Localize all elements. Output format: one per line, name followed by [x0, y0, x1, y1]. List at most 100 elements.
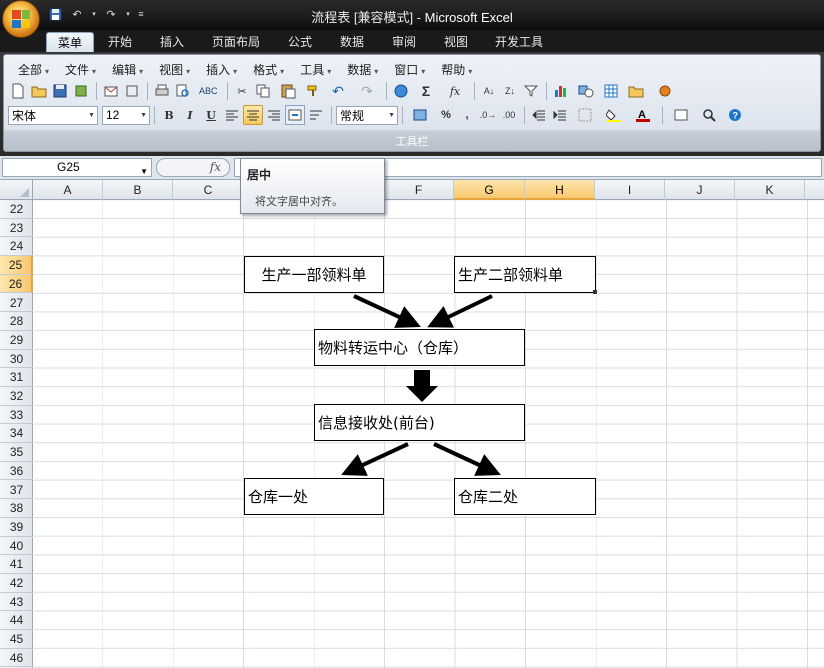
redo-icon[interactable]: ↷ — [353, 81, 381, 101]
macro-icon[interactable] — [651, 81, 679, 101]
spell-check-icon[interactable]: ABC — [194, 81, 222, 101]
number-format-select[interactable]: 常规 ▼ — [336, 105, 398, 125]
row-header-30[interactable]: 30 — [0, 350, 33, 369]
row-header-27[interactable]: 27 — [0, 294, 33, 313]
row-header-32[interactable]: 32 — [0, 387, 33, 406]
column-header-i[interactable]: I — [595, 180, 665, 200]
flow-box-wh2[interactable]: 仓库二处 — [454, 478, 596, 515]
row-header-41[interactable]: 41 — [0, 555, 33, 574]
tab-insert[interactable]: 插入 — [152, 32, 192, 52]
row-header-43[interactable]: 43 — [0, 593, 33, 612]
underline-button[interactable]: U — [201, 105, 221, 125]
flow-box-transit[interactable]: 物料转运中心（仓库） — [314, 329, 525, 366]
office-button[interactable] — [2, 0, 40, 38]
styles-icon[interactable] — [667, 105, 695, 125]
merge-center-icon[interactable] — [285, 105, 305, 125]
row-header-28[interactable]: 28 — [0, 312, 33, 331]
menu-edit[interactable]: 编辑 ▾ — [104, 61, 151, 78]
permission-icon[interactable] — [71, 81, 91, 101]
row-header-44[interactable]: 44 — [0, 611, 33, 631]
row-header-36[interactable]: 36 — [0, 462, 33, 481]
bold-button[interactable]: B — [159, 105, 179, 125]
drawing-icon[interactable] — [572, 81, 600, 101]
table-icon[interactable] — [601, 81, 621, 101]
menu-window[interactable]: 窗口 ▾ — [386, 61, 433, 78]
row-header-31[interactable]: 31 — [0, 368, 33, 387]
font-size-select[interactable]: 12 ▼ — [102, 105, 150, 125]
fill-color-icon[interactable] — [600, 105, 628, 125]
tab-formulas[interactable]: 公式 — [280, 32, 320, 52]
copy-icon[interactable] — [253, 81, 273, 101]
menu-file[interactable]: 文件 ▾ — [57, 61, 104, 78]
column-header-j[interactable]: J — [665, 180, 735, 200]
flow-box-wh1[interactable]: 仓库一处 — [244, 478, 384, 515]
help-icon[interactable]: ? — [725, 105, 745, 125]
increase-decimal-icon[interactable]: .0→ — [478, 105, 498, 125]
new-document-icon[interactable] — [8, 81, 28, 101]
open-folder-icon[interactable] — [29, 81, 49, 101]
hyperlink-icon[interactable] — [391, 81, 411, 101]
chart-icon[interactable] — [551, 81, 571, 101]
flow-box-dept2[interactable]: 生产二部领料单 — [454, 256, 596, 293]
align-right-icon[interactable] — [264, 105, 284, 125]
decrease-indent-icon[interactable] — [529, 105, 549, 125]
save-icon[interactable] — [50, 81, 70, 101]
row-header-33[interactable]: 33 — [0, 406, 33, 425]
row-header-26[interactable]: 26 — [0, 274, 33, 294]
menu-data[interactable]: 数据 ▾ — [339, 61, 386, 78]
row-header-46[interactable]: 46 — [0, 649, 33, 668]
tab-developer[interactable]: 开发工具 — [488, 32, 550, 52]
menu-view[interactable]: 视图 ▾ — [151, 61, 198, 78]
row-header-23[interactable]: 23 — [0, 219, 33, 238]
italic-button[interactable]: I — [180, 105, 200, 125]
menu-tools[interactable]: 工具 ▾ — [292, 61, 339, 78]
row-header-45[interactable]: 45 — [0, 630, 33, 649]
print-preview-icon[interactable] — [173, 81, 193, 101]
increase-indent-icon[interactable] — [550, 105, 570, 125]
column-header-g[interactable]: G — [454, 180, 525, 200]
sort-descending-icon[interactable]: Z↓ — [500, 81, 520, 101]
align-left-icon[interactable] — [222, 105, 242, 125]
print-icon[interactable] — [152, 81, 172, 101]
row-header-24[interactable]: 24 — [0, 237, 33, 257]
tab-page-layout[interactable]: 页面布局 — [206, 32, 266, 52]
percent-button[interactable]: % — [436, 105, 456, 125]
filter-icon[interactable] — [521, 81, 541, 101]
menu-format[interactable]: 格式 ▾ — [245, 61, 292, 78]
borders-icon[interactable] — [571, 105, 599, 125]
insert-function-icon[interactable]: fx — [441, 81, 469, 101]
row-header-39[interactable]: 39 — [0, 518, 33, 537]
tab-data[interactable]: 数据 — [332, 32, 372, 52]
row-header-42[interactable]: 42 — [0, 574, 33, 593]
autosum-icon[interactable]: Σ — [412, 81, 440, 101]
column-header-f[interactable]: F — [384, 180, 454, 200]
font-color-icon[interactable]: A — [629, 105, 657, 125]
decrease-decimal-icon[interactable]: .00 — [499, 105, 519, 125]
tab-menu[interactable]: 菜单 — [46, 32, 94, 52]
folder-icon[interactable] — [622, 81, 650, 101]
tab-view[interactable]: 视图 — [436, 32, 476, 52]
email-icon[interactable] — [101, 81, 121, 101]
format-painter-icon[interactable] — [303, 81, 323, 101]
currency-icon[interactable] — [407, 105, 435, 125]
column-header-h[interactable]: H — [525, 180, 595, 200]
row-header-35[interactable]: 35 — [0, 443, 33, 462]
insert-function-icon[interactable]: fx — [210, 160, 221, 174]
column-header-b[interactable]: B — [103, 180, 173, 200]
name-box[interactable]: G25 ▼ — [2, 158, 152, 177]
undo-icon[interactable]: ↶ — [324, 81, 352, 101]
row-header-40[interactable]: 40 — [0, 537, 33, 556]
font-name-select[interactable]: 宋体 ▼ — [8, 105, 98, 125]
row-header-38[interactable]: 38 — [0, 499, 33, 518]
menu-all[interactable]: 全部 ▾ — [10, 61, 57, 78]
paste-icon[interactable] — [274, 81, 302, 101]
cut-icon[interactable]: ✂ — [232, 81, 252, 101]
row-header-34[interactable]: 34 — [0, 424, 33, 444]
comma-button[interactable]: , — [457, 105, 477, 125]
flow-box-dept1[interactable]: 生产一部领料单 — [244, 256, 384, 293]
row-header-22[interactable]: 22 — [0, 200, 33, 219]
find-icon[interactable] — [696, 105, 724, 125]
row-header-29[interactable]: 29 — [0, 331, 33, 350]
column-header-c[interactable]: C — [173, 180, 244, 200]
row-header-37[interactable]: 37 — [0, 481, 33, 500]
